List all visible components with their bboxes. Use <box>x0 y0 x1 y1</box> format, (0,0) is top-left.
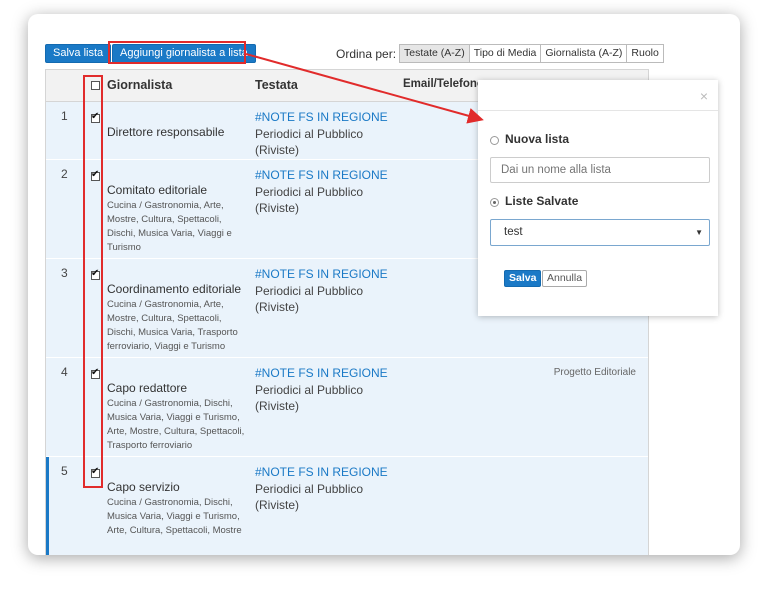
annotation-arrow <box>245 53 484 124</box>
screenshot-card: Salva lista Aggiungi giornalista a lista… <box>28 14 740 555</box>
